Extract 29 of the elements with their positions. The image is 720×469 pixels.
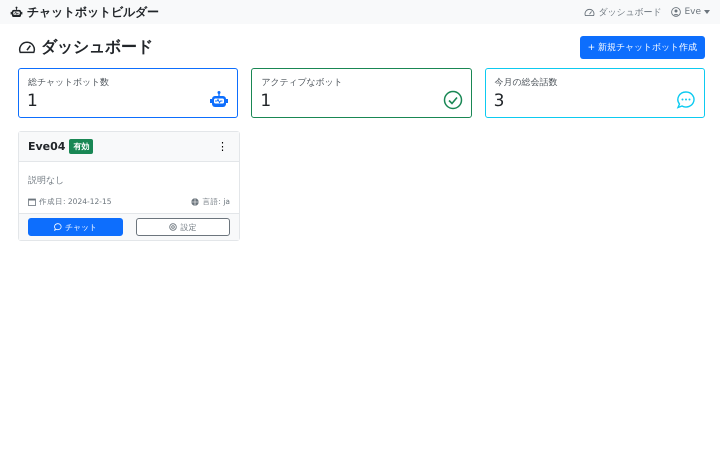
status-badge: 有効	[69, 139, 94, 154]
stat-value: 1	[27, 92, 38, 110]
robot-logo-icon	[10, 6, 23, 18]
chat-button[interactable]: チャット	[28, 218, 122, 236]
calendar-icon	[28, 198, 36, 206]
nav-link[interactable]: ダッシュボード	[584, 6, 662, 18]
stat-value: 3	[494, 92, 504, 110]
globe-icon	[191, 198, 200, 206]
stat-value: 1	[260, 92, 272, 110]
stat-label: 今月の総会話数	[494, 76, 558, 89]
gauge-icon	[584, 8, 596, 16]
user-menu[interactable]: Eve	[671, 7, 710, 17]
stat-label: アクティブなボット	[261, 76, 342, 89]
caret-icon	[704, 10, 710, 14]
chat-bubble-icon	[676, 90, 696, 110]
robot-icon	[209, 90, 230, 110]
gauge-icon	[18, 40, 36, 54]
chat-bubble-icon	[54, 223, 62, 231]
more-menu-button[interactable]: ⋮	[215, 140, 230, 153]
page-title: ダッシュボード	[18, 36, 153, 58]
new-chatbot-button[interactable]: + 新規チャットボット作成	[580, 36, 705, 58]
app-brand[interactable]: チャットボットビルダー	[10, 4, 159, 20]
settings-button[interactable]: 設定	[136, 218, 230, 236]
chatbot-name: Eve04	[28, 140, 66, 153]
user-icon	[671, 7, 682, 17]
check-circle-icon	[442, 90, 463, 110]
settings-icon	[169, 223, 178, 231]
chatbot-description: 説明なし	[28, 174, 65, 187]
stat-label: 総チャットボット数	[28, 76, 109, 89]
